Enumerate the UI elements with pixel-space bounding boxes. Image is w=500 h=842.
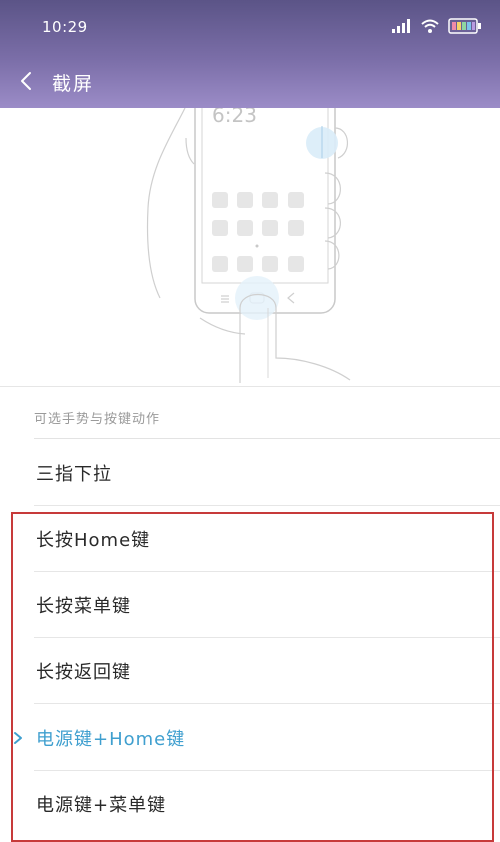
- option-power-menu[interactable]: 电源键+菜单键: [0, 771, 500, 837]
- wifi-icon: [421, 19, 439, 33]
- divider: [34, 703, 500, 704]
- divider: [0, 386, 500, 387]
- phone-gesture-illustration: 6:23: [146, 108, 351, 383]
- status-time: 10:29: [42, 18, 88, 36]
- option-label: 长按Home键: [36, 530, 151, 551]
- status-bar: 10:29: [0, 0, 500, 54]
- divider: [34, 438, 500, 439]
- option-label: 长按菜单键: [36, 596, 131, 617]
- option-long-press-back[interactable]: 长按返回键: [0, 638, 500, 704]
- option-label: 电源键+菜单键: [36, 795, 167, 816]
- option-long-press-home[interactable]: 长按Home键: [0, 506, 500, 572]
- app-header: 10:29 截屏: [0, 0, 500, 108]
- option-long-press-menu[interactable]: 长按菜单键: [0, 572, 500, 638]
- chevron-left-icon[interactable]: [16, 68, 38, 94]
- option-label: 电源键+Home键: [36, 729, 186, 750]
- option-label: 三指下拉: [36, 464, 112, 485]
- option-three-finger-swipe[interactable]: 三指下拉: [0, 440, 500, 506]
- check-chevron-icon: [14, 732, 22, 744]
- illustration-phone-time: 6:23: [212, 108, 257, 127]
- section-header: 可选手势与按键动作: [34, 412, 161, 427]
- page-title: 截屏: [52, 73, 95, 95]
- nav-bar: 截屏: [0, 56, 500, 106]
- signal-icon: [392, 19, 410, 33]
- status-icons: [392, 15, 482, 37]
- option-power-home[interactable]: 电源键+Home键: [0, 705, 500, 771]
- battery-icon: [448, 18, 481, 34]
- gesture-illustration: 6:23: [0, 108, 500, 388]
- option-label: 长按返回键: [36, 662, 131, 683]
